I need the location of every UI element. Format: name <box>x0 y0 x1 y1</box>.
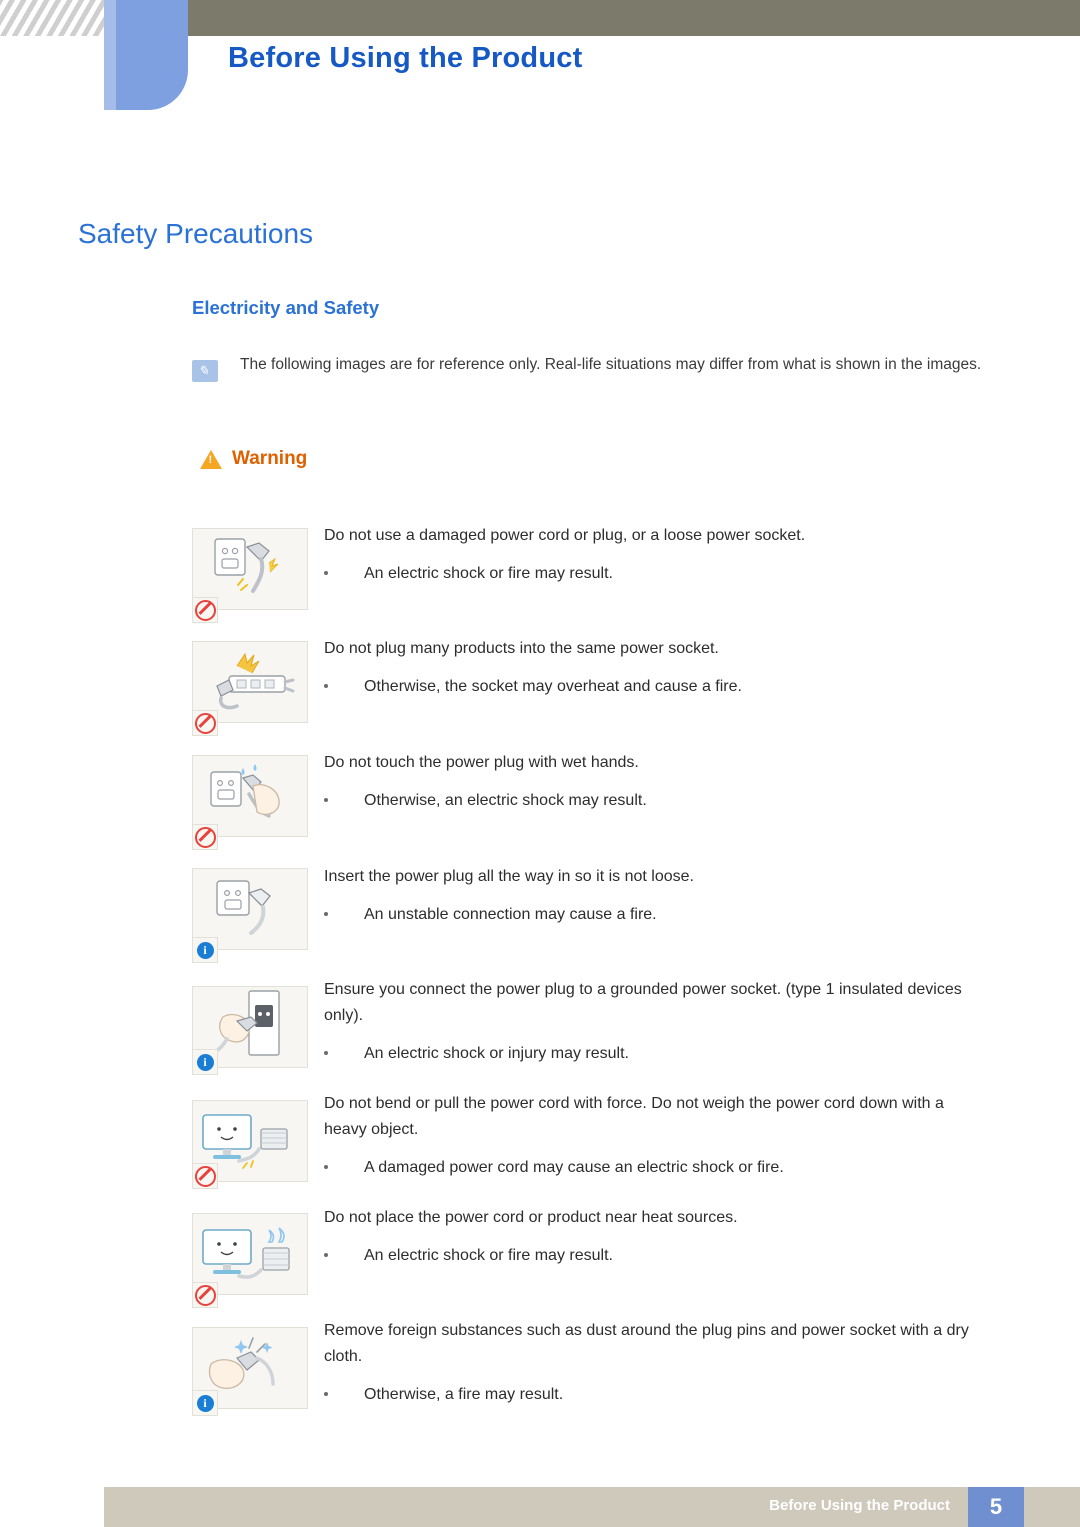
prohibit-icon <box>194 1284 216 1306</box>
warning-label: Warning <box>232 448 308 469</box>
bullet-dot <box>324 1253 328 1257</box>
bullet-dot <box>324 798 328 802</box>
note-icon-glyph: ✎ <box>198 363 209 378</box>
bullet-dot <box>324 571 328 575</box>
badge-prohibit <box>192 597 218 623</box>
item-text: Do not use a damaged power cord or plug,… <box>324 527 806 544</box>
item-text: Do not plug many products into the same … <box>324 640 719 657</box>
item-text: Do not bend or pull the power cord with … <box>324 1095 944 1138</box>
item-bullet-text: An electric shock or injury may result. <box>364 1045 629 1062</box>
item-bullet-text: Otherwise, the socket may overheat and c… <box>364 678 742 695</box>
item-text: Do not touch the power plug with wet han… <box>324 754 639 771</box>
item-bullet-text: An electric shock or fire may result. <box>364 1247 613 1264</box>
badge-info: i <box>192 1390 218 1416</box>
prohibit-icon <box>194 826 216 848</box>
info-icon: i <box>196 1394 214 1412</box>
item-text: Insert the power plug all the way in so … <box>324 868 694 885</box>
warning-heading: Warning <box>200 448 307 470</box>
footer-text: Before Using the Product <box>769 1497 950 1514</box>
info-icon: i <box>196 1053 214 1071</box>
bullet-dot <box>324 1165 328 1169</box>
prohibit-icon <box>194 1165 216 1187</box>
page-number: 5 <box>968 1487 1024 1527</box>
badge-prohibit <box>192 1282 218 1308</box>
section-heading: Safety Precautions <box>78 218 314 249</box>
header-accent-block <box>104 0 188 110</box>
item-bullet-text: Otherwise, a fire may result. <box>364 1386 564 1403</box>
item-bullet-text: A damaged power cord may cause an electr… <box>364 1159 784 1176</box>
badge-prohibit <box>192 1163 218 1189</box>
bullet-dot <box>324 684 328 688</box>
bullet-dot <box>324 912 328 916</box>
badge-info: i <box>192 937 218 963</box>
warning-triangle-icon <box>200 449 222 469</box>
header-hatch-decoration <box>0 0 104 36</box>
badge-info: i <box>192 1049 218 1075</box>
item-bullet-text: Otherwise, an electric shock may result. <box>364 792 647 809</box>
note-text: The following images are for reference o… <box>240 356 982 373</box>
badge-prohibit <box>192 710 218 736</box>
subsection-heading: Electricity and Safety <box>192 297 380 318</box>
info-icon: i <box>196 941 214 959</box>
item-bullet-text: An unstable connection may cause a fire. <box>364 906 657 923</box>
bullet-dot <box>324 1392 328 1396</box>
bullet-dot <box>324 1051 328 1055</box>
item-text: Ensure you connect the power plug to a g… <box>324 981 962 1024</box>
item-bullet-text: An electric shock or fire may result. <box>364 565 613 582</box>
note-icon: ✎ <box>192 360 218 382</box>
item-text: Do not place the power cord or product n… <box>324 1209 738 1226</box>
page-title: Before Using the Product <box>228 42 583 74</box>
prohibit-icon <box>194 712 216 734</box>
prohibit-icon <box>194 599 216 621</box>
item-text: Remove foreign substances such as dust a… <box>324 1322 969 1365</box>
badge-prohibit <box>192 824 218 850</box>
